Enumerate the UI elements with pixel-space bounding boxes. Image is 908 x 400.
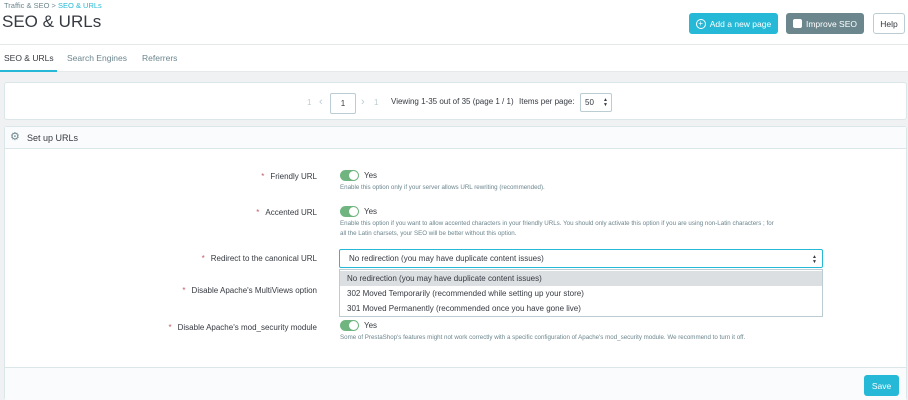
tab-bar: SEO & URLs Search Engines Referrers xyxy=(0,44,908,72)
redirect-selected-value: No redirection (you may have duplicate c… xyxy=(349,254,544,263)
toggle-knob xyxy=(349,321,358,330)
active-tab-indicator xyxy=(0,70,57,72)
redirect-option[interactable]: 301 Moved Permanently (recommended once … xyxy=(340,301,822,316)
friendly-url-label: * Friendly URL xyxy=(261,172,317,181)
required-marker: * xyxy=(261,172,265,181)
multiviews-label-text: Disable Apache's MultiViews option xyxy=(191,286,317,295)
tab-seo-urls[interactable]: SEO & URLs xyxy=(4,53,54,63)
improve-seo-label: Improve SEO xyxy=(805,18,858,29)
friendly-url-help: Enable this option only if your server a… xyxy=(340,184,545,191)
redirect-label-text: Redirect to the canonical URL xyxy=(210,254,317,263)
multiviews-label: * Disable Apache's MultiViews option xyxy=(182,286,317,295)
panel-heading: ⚙ Set up URLs xyxy=(5,127,906,149)
add-new-page-button[interactable]: + Add a new page xyxy=(689,13,778,34)
redirect-option[interactable]: No redirection (you may have duplicate c… xyxy=(340,271,822,286)
required-marker: * xyxy=(201,254,205,263)
required-marker: * xyxy=(168,323,172,332)
tab-search-engines-label: Search Engines xyxy=(67,53,128,63)
friendly-url-value: Yes xyxy=(364,171,378,180)
page-header: Traffic & SEO > SEO & URLs SEO & URLs + … xyxy=(0,0,908,44)
tab-search-engines[interactable]: Search Engines xyxy=(67,53,127,63)
accented-url-label: * Accented URL xyxy=(256,208,317,217)
mod-security-toggle[interactable] xyxy=(340,320,359,331)
items-per-page-label: Items per page: xyxy=(519,97,575,106)
accented-url-label-text: Accented URL xyxy=(265,208,317,217)
breadcrumb-current[interactable]: SEO & URLs xyxy=(58,1,102,10)
save-button[interactable]: Save xyxy=(864,375,899,396)
panel-footer: Save xyxy=(5,367,906,400)
page-number-value: 1 xyxy=(340,99,346,108)
tab-referrers-label: Referrers xyxy=(142,53,178,63)
friendly-url-label-text: Friendly URL xyxy=(270,172,317,181)
setup-urls-panel: ⚙ Set up URLs * Friendly URL Yes Enable t… xyxy=(4,126,907,400)
pagination-panel: 1 ‹ 1 › 1 Viewing 1-35 out of 35 (page 1… xyxy=(4,82,907,120)
toggle-knob xyxy=(349,171,358,180)
mod-security-label: * Disable Apache's mod_security module xyxy=(168,323,317,332)
viewing-summary: Viewing 1-35 out of 35 (page 1 / 1) xyxy=(391,97,514,106)
tab-referrers[interactable]: Referrers xyxy=(142,53,177,63)
breadcrumb-parent[interactable]: Traffic & SEO xyxy=(4,1,49,10)
plus-circle-icon: + xyxy=(695,18,706,29)
accented-url-toggle[interactable] xyxy=(340,206,359,217)
panel-title: Set up URLs xyxy=(27,133,79,143)
redirect-label: * Redirect to the canonical URL xyxy=(202,254,317,263)
help-button[interactable]: Help xyxy=(873,13,905,34)
redirect-select[interactable]: No redirection (you may have duplicate c… xyxy=(339,249,823,268)
friendly-url-toggle[interactable] xyxy=(340,170,359,181)
prev-page-icon[interactable]: ‹ xyxy=(319,96,323,108)
breadcrumb-separator: > xyxy=(51,1,56,10)
gear-icon: ⚙ xyxy=(10,131,20,143)
help-label: Help xyxy=(880,18,898,29)
required-marker: * xyxy=(182,286,186,295)
mod-security-label-text: Disable Apache's mod_security module xyxy=(177,323,317,332)
tab-seo-urls-label: SEO & URLs xyxy=(4,53,54,63)
breadcrumb: Traffic & SEO > SEO & URLs xyxy=(4,1,102,10)
page-number-input[interactable]: 1 xyxy=(330,93,356,114)
toggle-knob xyxy=(349,207,358,216)
redirect-dropdown: No redirection (you may have duplicate c… xyxy=(339,269,823,317)
redirect-option[interactable]: 302 Moved Temporarily (recommended while… xyxy=(340,286,822,301)
save-label: Save xyxy=(871,380,892,391)
accented-url-value: Yes xyxy=(364,207,378,216)
select-arrows-icon: ▲ ▼ xyxy=(603,97,608,108)
required-marker: * xyxy=(256,208,260,217)
page-title: SEO & URLs xyxy=(2,12,102,31)
accented-url-help-1: Enable this option if you want to allow … xyxy=(340,220,774,227)
items-per-page-select[interactable]: 50 ▲ ▼ xyxy=(580,93,612,112)
improve-seo-button[interactable]: Improve SEO xyxy=(786,13,864,34)
add-new-page-label: Add a new page xyxy=(709,18,772,29)
last-page-link[interactable]: 1 xyxy=(374,98,378,107)
next-page-icon[interactable]: › xyxy=(361,96,365,108)
puzzle-icon xyxy=(792,19,802,28)
mod-security-help: Some of PrestaShop's features might not … xyxy=(340,334,746,341)
items-per-page-value: 50 xyxy=(585,98,594,107)
first-page-link[interactable]: 1 xyxy=(307,98,311,107)
select-arrows-icon: ▲ ▼ xyxy=(812,254,817,265)
accented-url-help-2: all the Latin charsets, your SEO will be… xyxy=(340,230,517,237)
mod-security-value: Yes xyxy=(364,321,378,330)
